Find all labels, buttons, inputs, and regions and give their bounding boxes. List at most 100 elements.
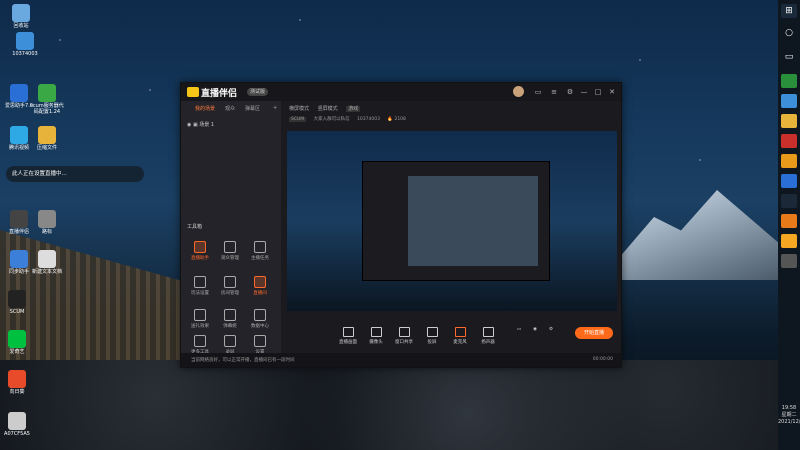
search-icon[interactable]: ○ — [781, 26, 797, 40]
tool-tasks[interactable]: 主播任务 — [247, 241, 273, 261]
sunflower-icon — [8, 370, 26, 388]
microphone-icon — [454, 327, 466, 337]
tool-room-manage[interactable]: 房间管理 — [217, 276, 243, 296]
speaker-button[interactable]: 扬声器 — [475, 327, 501, 345]
settings-icon[interactable]: ⚙ — [565, 87, 575, 97]
settings-icon[interactable]: ⚙ — [545, 327, 557, 332]
window-icon — [398, 327, 410, 337]
archive-icon — [38, 126, 56, 144]
cast-button[interactable]: 投屏 — [419, 327, 445, 345]
go-live-button[interactable]: 开始直播 — [575, 327, 613, 339]
room-id: 10374003 — [357, 117, 380, 122]
nested-preview-inner — [408, 176, 538, 266]
live-room-icon — [254, 276, 266, 288]
eye-icon: ◉ ▣ — [187, 122, 200, 128]
app-logo-icon — [187, 87, 199, 97]
live-icon — [10, 210, 28, 228]
nested-preview — [362, 161, 550, 281]
desktop-icon-archive[interactable]: 压缩文件 — [30, 126, 64, 151]
app-icon[interactable] — [781, 74, 797, 88]
app-icon[interactable] — [781, 134, 797, 148]
task-icon — [254, 241, 266, 253]
tool-live-assistant[interactable]: 直播助手 — [187, 241, 213, 261]
record-icon[interactable]: ▭ — [513, 327, 525, 332]
desktop-icon-scum-config[interactable]: scum服务器代码配置1.24 — [30, 84, 64, 115]
menu-icon[interactable]: ≡ — [549, 87, 559, 97]
status-bar: 当前网络良好，可以正常开播，直播间已有一段时间 00:00:00 — [181, 353, 621, 367]
user-icon — [224, 241, 236, 253]
monitor-icon — [342, 327, 354, 337]
desktop-icon-textfile[interactable]: 新建文本文档 — [30, 250, 64, 275]
screen-capture-button[interactable]: 直播画面 — [335, 327, 361, 345]
steam-icon[interactable] — [781, 194, 797, 208]
app-icon[interactable] — [781, 214, 797, 228]
app-icon[interactable] — [781, 254, 797, 268]
desktop-icon-scum[interactable]: SCUM — [0, 290, 34, 315]
tool-live-room[interactable]: 直播间 — [247, 276, 273, 296]
add-icon[interactable]: + — [273, 105, 277, 111]
app-name: 直播伴侣 — [201, 89, 238, 99]
tab-my-scenes[interactable]: 我的场景 — [195, 105, 215, 112]
tool-viewer-manage[interactable]: 观众管理 — [217, 241, 243, 261]
titlebar: 直播伴侣 测试版 ▭ ≡ ⚙ — □ ✕ — [181, 83, 621, 101]
tab-danmaku[interactable]: 弹幕区 — [245, 105, 260, 112]
tab-audience[interactable]: 观众 — [225, 105, 235, 112]
start-icon[interactable]: ⊞ — [781, 4, 797, 18]
live-app-icon[interactable] — [781, 234, 797, 248]
eye-icon[interactable]: ◉ — [529, 327, 541, 332]
room-info: SCUM 大家入群可以私信 10374003 🔥 2108 — [289, 116, 406, 122]
main-panel: 横屏模式 竖屏模式 游戏 SCUM 大家入群可以私信 10374003 🔥 21… — [281, 101, 621, 367]
tool-record[interactable]: 录屏 — [217, 335, 243, 355]
desktop-icon-sunflower[interactable]: 向日葵 — [0, 370, 34, 395]
game-name[interactable]: SCUM — [289, 117, 307, 122]
desktop-icon-a07[interactable]: A07CF5A5 — [0, 412, 34, 437]
app-icon[interactable] — [781, 94, 797, 108]
status-text: 当前网络良好，可以正常开播，直播间已有一段时间 — [191, 358, 295, 363]
maximize-icon[interactable]: □ — [593, 87, 603, 97]
microphone-button[interactable]: 麦克风 — [447, 327, 473, 345]
more-icon — [194, 335, 206, 347]
desktop-icon-iqiyi[interactable]: 爱奇艺 — [0, 330, 34, 355]
avatar[interactable] — [513, 86, 524, 97]
settings-icon — [254, 335, 266, 347]
viewer-count: 2108 — [394, 117, 406, 122]
browser-icon[interactable] — [781, 174, 797, 188]
system-clock[interactable]: 19:58 星期二 2021/12/7 — [778, 405, 800, 426]
live-preview[interactable] — [287, 131, 617, 311]
minimize-icon[interactable]: — — [579, 87, 589, 97]
taskbar: ⊞ ○ ▭ 19:58 星期二 2021/12/7 — [778, 0, 800, 450]
desktop-icon-file[interactable]: 10374003 — [8, 32, 42, 57]
camera-icon — [370, 327, 382, 337]
app-icon[interactable] — [781, 154, 797, 168]
tool-settings[interactable]: 设置 — [247, 335, 273, 355]
tool-danmaku[interactable]: 弹幕姬 — [217, 309, 243, 329]
app-icon[interactable] — [781, 114, 797, 128]
live-companion-window: 直播伴侣 测试版 ▭ ≡ ⚙ — □ ✕ 我的场景 观众 弹幕区 + ◉ ▣ 场… — [180, 82, 622, 368]
live-timer: 00:00:00 — [592, 357, 613, 362]
close-icon[interactable]: ✕ — [607, 87, 617, 97]
tab-landscape[interactable]: 横屏模式 — [289, 106, 309, 112]
desktop-icon-recycle-bin[interactable]: 回收站 — [4, 4, 38, 29]
tool-gameplay[interactable]: 玩法设置 — [187, 276, 213, 296]
window-share-button[interactable]: 窗口共享 — [391, 327, 417, 345]
desktop-notice: 此人正在设置直播中... — [6, 166, 144, 182]
desktop-icon-doc[interactable]: 路标 — [30, 210, 64, 235]
i4-icon — [10, 84, 28, 102]
scene-item[interactable]: ◉ ▣ 场景 1 — [187, 121, 214, 128]
room-title: 大家入群可以私信 — [313, 117, 350, 122]
camera-button[interactable]: 摄像头 — [363, 327, 389, 345]
scum-icon — [8, 290, 26, 308]
tab-portrait[interactable]: 竖屏模式 — [318, 106, 338, 112]
control-bar: 直播画面 摄像头 窗口共享 投屏 麦克风 扬声器 ▭ ◉ ⚙ — [281, 321, 621, 347]
tool-data[interactable]: 数据中心 — [247, 309, 273, 329]
sync-icon — [10, 250, 28, 268]
data-icon — [254, 309, 266, 321]
tool-more[interactable]: 更多工具 — [187, 335, 213, 355]
message-icon[interactable]: ▭ — [533, 87, 543, 97]
taskview-icon[interactable]: ▭ — [781, 50, 797, 64]
main-tabs: 横屏模式 竖屏模式 游戏 — [289, 105, 367, 112]
tab-game[interactable]: 游戏 — [346, 106, 361, 112]
sidebar-tabs: 我的场景 观众 弹幕区 + — [181, 105, 281, 115]
gift-icon — [194, 309, 206, 321]
tool-gift[interactable]: 送礼效果 — [187, 309, 213, 329]
